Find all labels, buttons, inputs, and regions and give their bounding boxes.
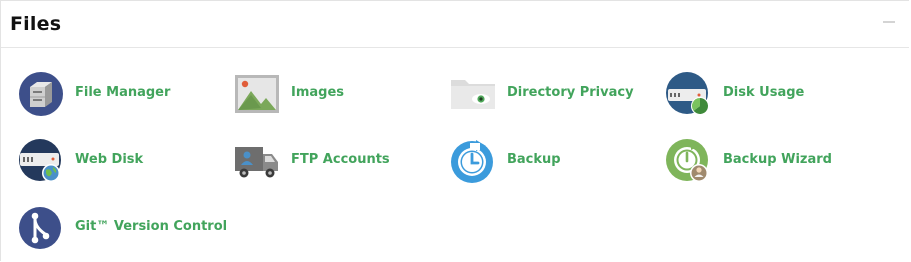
git-version-control-link[interactable]: Git™ Version Control — [18, 205, 238, 257]
backup-icon — [450, 138, 496, 184]
web-disk-link[interactable]: Web Disk — [18, 138, 198, 190]
git-version-control-label: Git™ Version Control — [75, 219, 228, 234]
panel-header: Files — [1, 1, 909, 48]
images-link[interactable]: Images — [234, 71, 414, 123]
images-label: Images — [291, 85, 345, 100]
directory-privacy-label: Directory Privacy — [507, 85, 634, 100]
backup-link[interactable]: Backup — [450, 138, 630, 190]
directory-privacy-link[interactable]: Directory Privacy — [450, 71, 640, 123]
web-disk-icon — [18, 138, 64, 184]
ftp-accounts-icon — [234, 138, 280, 184]
backup-label: Backup — [507, 152, 561, 167]
backup-wizard-label: Backup Wizard — [723, 152, 832, 167]
web-disk-label: Web Disk — [75, 152, 144, 167]
git-version-control-icon — [18, 205, 64, 251]
ftp-accounts-link[interactable]: FTP Accounts — [234, 138, 414, 190]
collapse-button[interactable] — [883, 21, 895, 23]
disk-usage-label: Disk Usage — [723, 85, 805, 100]
backup-wizard-link[interactable]: Backup Wizard — [666, 138, 846, 190]
file-manager-link[interactable]: File Manager — [18, 71, 198, 123]
disk-usage-icon — [666, 71, 712, 117]
ftp-accounts-label: FTP Accounts — [291, 152, 390, 167]
disk-usage-link[interactable]: Disk Usage — [666, 71, 856, 123]
files-panel: Files File Manager Images Directory Priv… — [0, 0, 909, 261]
directory-privacy-icon — [450, 71, 496, 117]
images-icon — [234, 71, 280, 117]
file-manager-label: File Manager — [75, 85, 171, 100]
file-manager-icon — [18, 71, 64, 117]
section-title: Files — [10, 13, 62, 35]
backup-wizard-icon — [666, 138, 712, 184]
